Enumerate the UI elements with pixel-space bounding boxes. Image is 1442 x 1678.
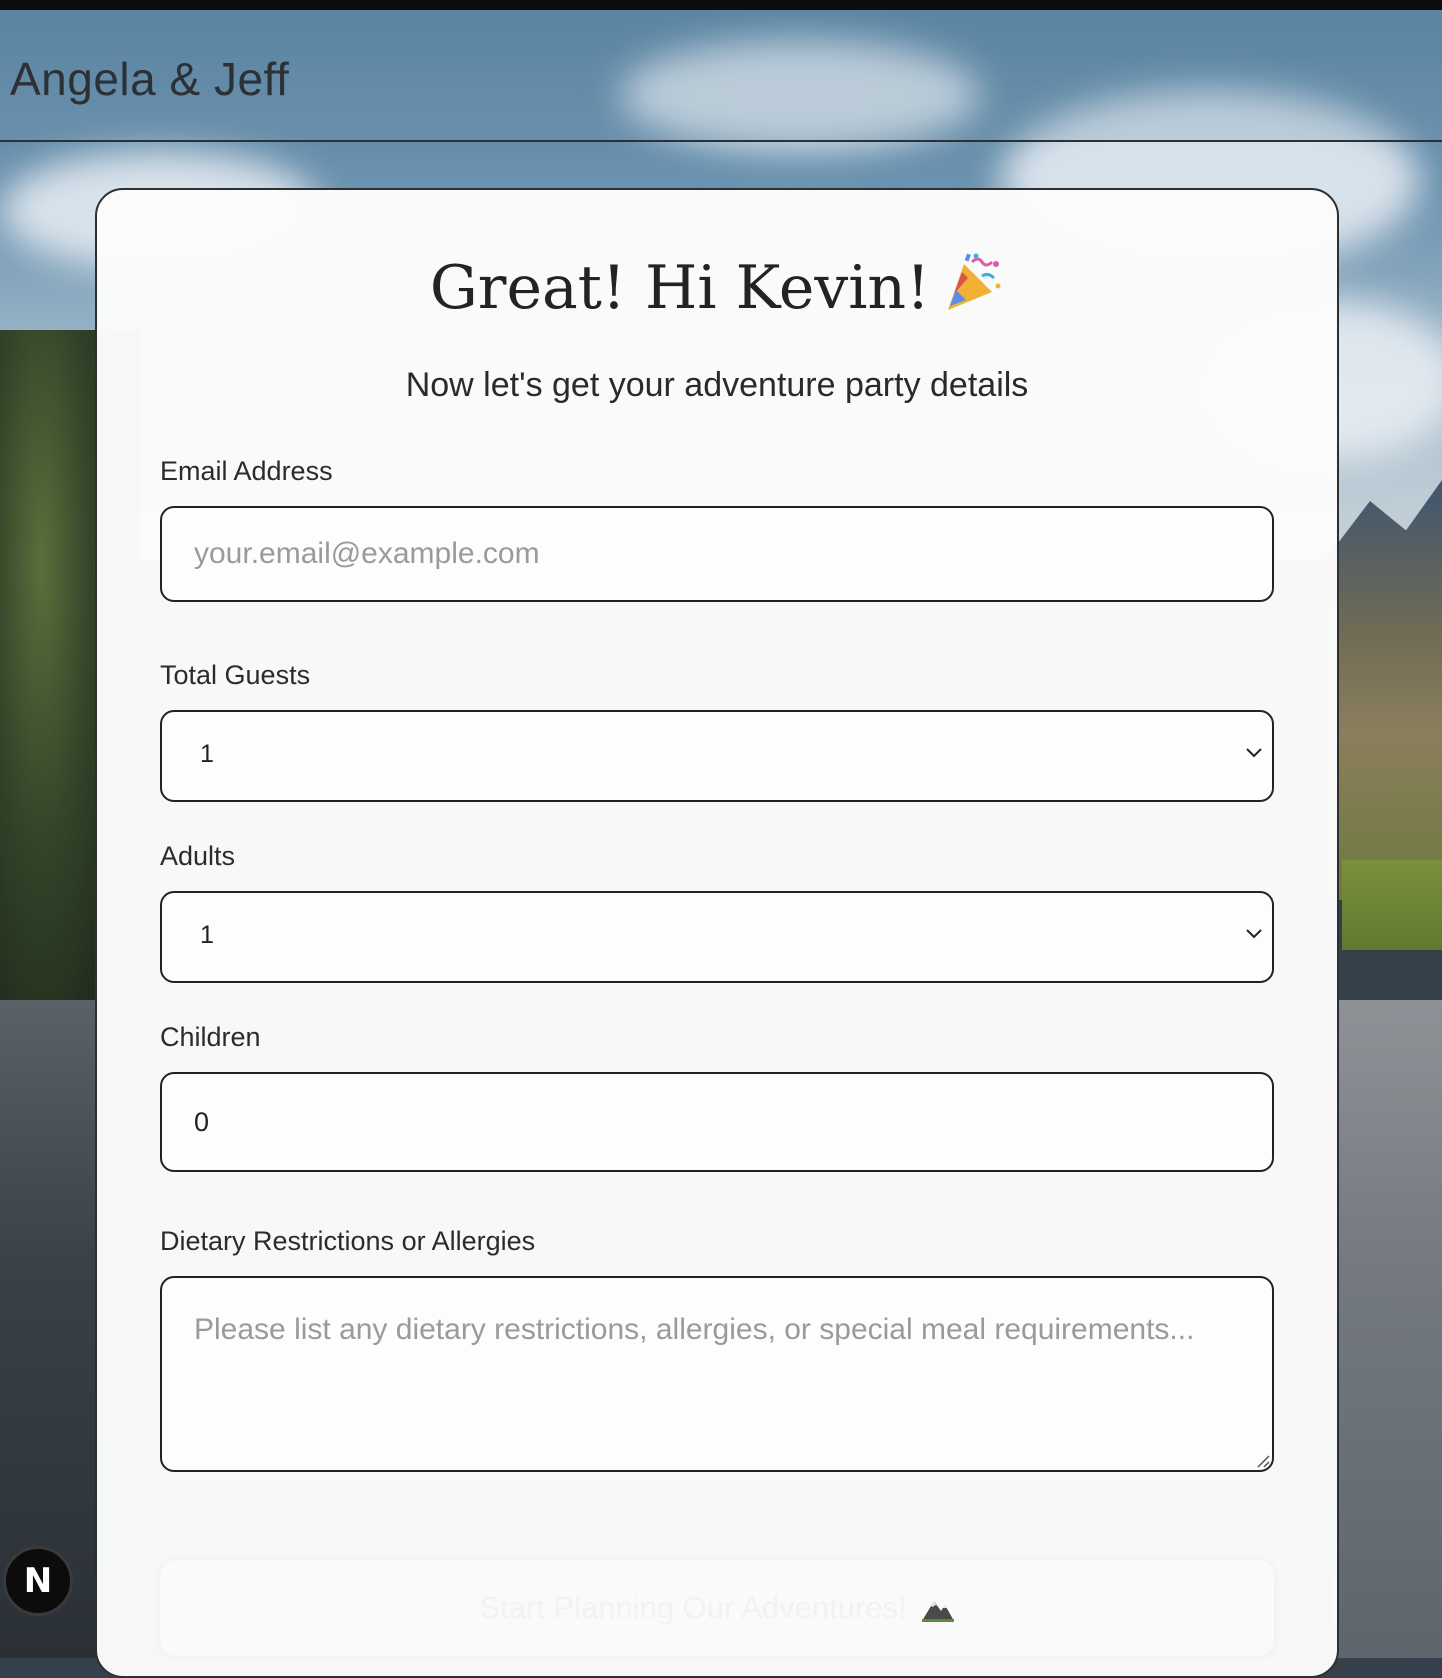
dietary-label: Dietary Restrictions or Allergies <box>160 1226 536 1256</box>
title-text: Great! Hi Kevin! <box>429 253 931 323</box>
start-planning-button[interactable]: Start Planning Our Adventures! <box>160 1560 1274 1656</box>
grass-field <box>1342 860 1442 950</box>
total-guests-select[interactable]: 1 <box>160 710 1274 802</box>
adults-label: Adults <box>160 841 236 871</box>
total-guests-label: Total Guests <box>160 660 311 690</box>
email-field[interactable] <box>160 506 1274 602</box>
dietary-field[interactable] <box>160 1276 1274 1472</box>
email-input[interactable] <box>162 508 1272 600</box>
site-header: Angela & Jeff <box>0 10 1442 142</box>
top-bar <box>0 0 1442 10</box>
children-label: Children <box>160 1022 261 1052</box>
submit-label: Start Planning Our Adventures! <box>479 1590 907 1625</box>
card-title: Great! Hi Kevin! <box>97 252 1337 329</box>
mountain-icon <box>921 1564 955 1660</box>
mountain <box>1322 480 1442 900</box>
dietary-textarea[interactable] <box>162 1278 1272 1470</box>
children-field[interactable] <box>160 1072 1274 1172</box>
adults-select[interactable]: 1 <box>160 891 1274 983</box>
chevron-down-icon <box>1246 748 1262 758</box>
adults-value: 1 <box>200 921 214 949</box>
chevron-down-icon <box>1246 929 1262 939</box>
children-input[interactable] <box>162 1074 1272 1170</box>
river-highlight <box>1332 1000 1442 1658</box>
email-label: Email Address <box>160 456 333 486</box>
brand-title[interactable]: Angela & Jeff <box>10 52 289 106</box>
card-subtitle: Now let's get your adventure party detai… <box>405 366 1029 404</box>
rsvp-card: Great! Hi Kevin! Now let's get your adve… <box>95 188 1339 1678</box>
resize-handle-icon[interactable] <box>1254 1452 1270 1468</box>
total-guests-value: 1 <box>200 740 214 768</box>
party-popper-icon <box>942 252 1004 329</box>
n-badge[interactable]: N <box>3 1546 73 1616</box>
